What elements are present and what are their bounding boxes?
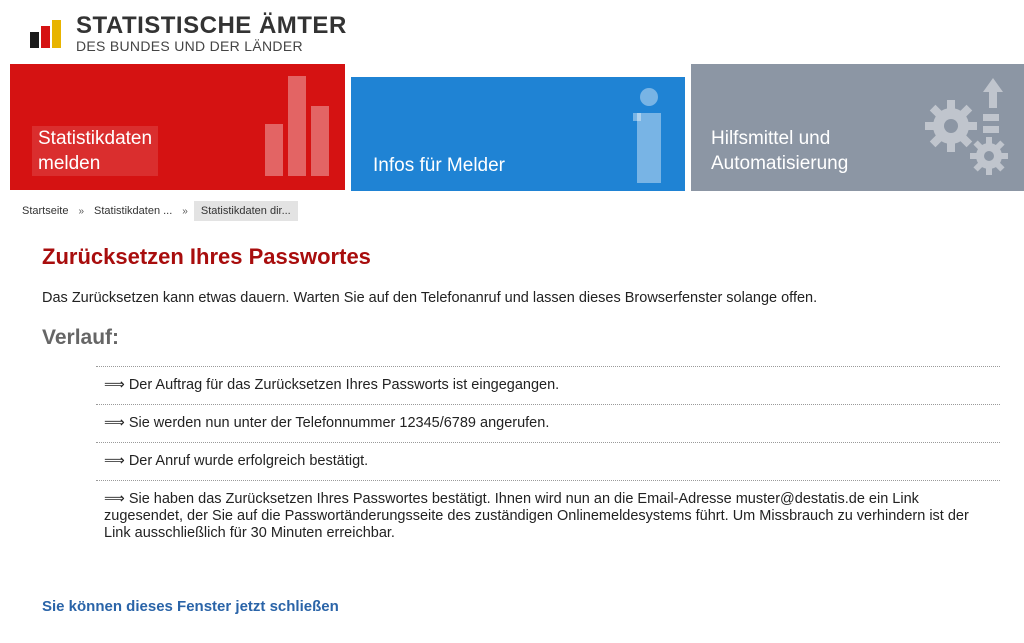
intro-text: Das Zurücksetzen kann etwas dauern. Wart… (42, 290, 818, 306)
page-title: Zurücksetzen Ihres Passwortes (42, 244, 371, 269)
gears-icon (925, 78, 1008, 175)
tile-label: Hilfsmittel und Automatisierung (711, 128, 849, 174)
breadcrumb-separator-icon: » (182, 205, 188, 217)
close-window-link[interactable]: Sie können dieses Fenster jetzt schließe… (42, 598, 339, 615)
history-list: ⟹ Der Auftrag für das Zurücksetzen Ihres… (96, 366, 1000, 552)
breadcrumb: Startseite » Statistikdaten ... » Statis… (18, 200, 298, 222)
tile-label: Statistikdaten melden (32, 126, 159, 176)
info-icon (633, 88, 661, 183)
tile-statistikdaten-melden[interactable]: Statistikdaten melden (10, 64, 345, 190)
history-heading: Verlauf: (42, 326, 120, 349)
history-step: ⟹ Der Auftrag für das Zurücksetzen Ihres… (96, 366, 1000, 404)
tile-hilfsmittel-automatisierung[interactable]: Hilfsmittel und Automatisierung (691, 64, 1024, 191)
breadcrumb-statistikdaten[interactable]: Statistikdaten ... (90, 205, 176, 217)
breadcrumb-separator-icon: » (78, 205, 85, 217)
site-logo[interactable]: STATISTISCHE ÄMTER DES BUNDES UND DER LÄ… (30, 8, 360, 54)
logo-subtitle: DES BUNDES UND DER LÄNDER (76, 38, 303, 54)
history-step: ⟹ Sie haben das Zurücksetzen Ihres Passw… (96, 480, 1000, 552)
history-step: ⟹ Der Anruf wurde erfolgreich bestätigt. (96, 442, 1000, 480)
breadcrumb-current: Statistikdaten dir... (193, 201, 298, 221)
main-navigation-tiles: Statistikdaten melden Infos für Melder H… (10, 64, 1024, 192)
logo-title: STATISTISCHE ÄMTER (76, 12, 347, 39)
logo-mark-icon (30, 20, 64, 48)
history-step: ⟹ Sie werden nun unter der Telefonnummer… (96, 404, 1000, 442)
breadcrumb-home[interactable]: Startseite (18, 205, 72, 217)
tile-label: Infos für Melder (373, 155, 505, 176)
bar-chart-icon (265, 76, 329, 176)
tile-infos-fuer-melder[interactable]: Infos für Melder (351, 77, 685, 191)
